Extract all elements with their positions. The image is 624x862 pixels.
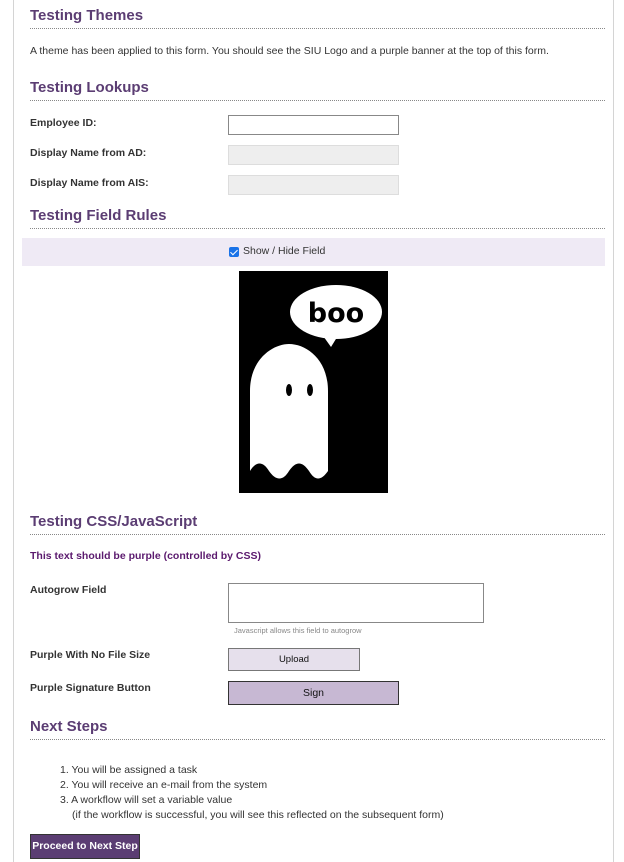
section-title-lookups: Testing Lookups — [30, 79, 149, 96]
show-hide-checkbox[interactable] — [229, 247, 239, 257]
next-steps-note: (if the workflow is successful, you will… — [72, 809, 444, 821]
section-divider — [30, 534, 605, 535]
sign-button[interactable]: Sign — [228, 681, 399, 705]
employee-id-label: Employee ID: — [30, 117, 97, 129]
autogrow-hint: Javascript allows this field to autogrow — [234, 626, 362, 635]
section-divider — [30, 739, 605, 740]
section-title-css-js: Testing CSS/JavaScript — [30, 513, 198, 530]
display-name-ad-label: Display Name from AD: — [30, 147, 147, 159]
autogrow-textarea[interactable] — [228, 583, 484, 623]
upload-button[interactable]: Upload — [228, 648, 360, 671]
signature-label: Purple Signature Button — [30, 682, 151, 694]
ghost-image: boo — [239, 271, 388, 493]
autogrow-label: Autogrow Field — [30, 584, 107, 596]
display-name-ais-field — [228, 175, 399, 195]
list-item: 1. You will be assigned a task — [60, 764, 198, 776]
show-hide-label[interactable]: Show / Hide Field — [243, 245, 325, 257]
section-title-field-rules: Testing Field Rules — [30, 207, 167, 224]
upload-label: Purple With No File Size — [30, 649, 151, 661]
list-item: 3. A workflow will set a variable value — [60, 794, 233, 806]
employee-id-input[interactable] — [228, 115, 399, 135]
display-name-ad-field — [228, 145, 399, 165]
section-divider — [30, 100, 605, 101]
section-title-themes: Testing Themes — [30, 7, 144, 24]
section-divider — [30, 228, 605, 229]
proceed-button[interactable]: Proceed to Next Step — [30, 834, 140, 859]
display-name-ais-label: Display Name from AIS: — [30, 177, 149, 189]
theme-description: A theme has been applied to this form. Y… — [30, 45, 549, 57]
purple-css-text: This text should be purple (controlled b… — [30, 550, 262, 562]
list-item: 2. You will receive an e-mail from the s… — [60, 779, 268, 791]
section-title-next-steps: Next Steps — [30, 718, 108, 735]
next-steps-list: 1. You will be assigned a task 2. You wi… — [60, 763, 444, 823]
section-divider — [30, 28, 605, 29]
ghost-speech-text: boo — [308, 298, 364, 329]
